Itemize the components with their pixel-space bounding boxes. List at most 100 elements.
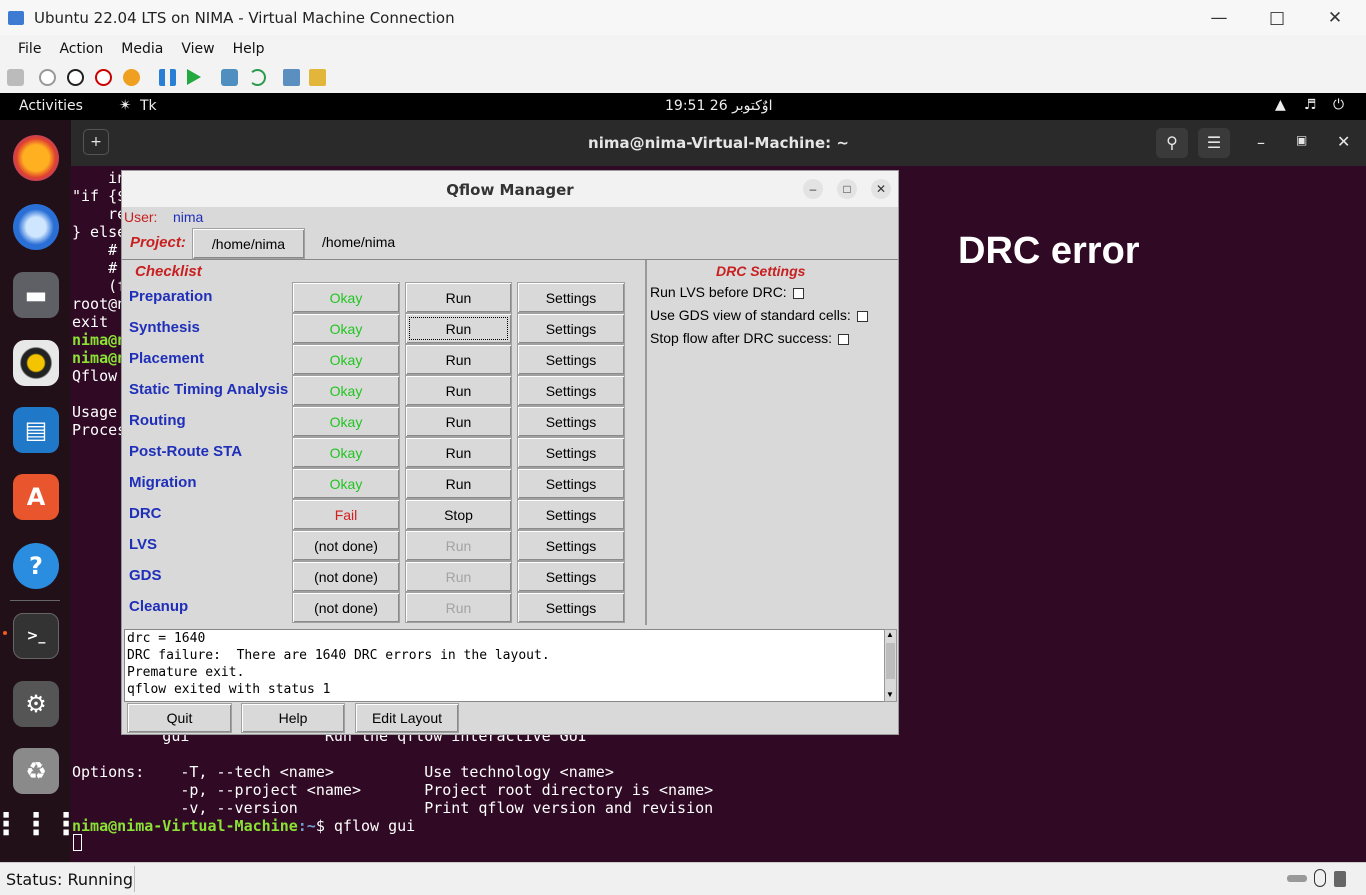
settings-button[interactable]: Settings — [517, 437, 625, 468]
status-button[interactable]: Fail — [292, 499, 400, 530]
settings-button[interactable]: Settings — [517, 468, 625, 499]
run-button[interactable]: Run — [405, 406, 512, 437]
settings-button[interactable]: Settings — [517, 530, 625, 561]
app-menu-label[interactable]: Tk — [140, 98, 157, 114]
clock[interactable]: 19:51 26 اوٌکتوبر — [665, 98, 772, 114]
share-icon[interactable] — [309, 69, 326, 86]
hamburger-menu-icon[interactable]: ☰ — [1198, 128, 1230, 158]
status-button[interactable]: Okay — [292, 437, 400, 468]
help-button[interactable]: Help — [241, 703, 345, 733]
quit-button[interactable]: Quit — [127, 703, 232, 733]
option-lvs-before-drc[interactable]: Run LVS before DRC: — [650, 284, 804, 300]
scroll-up-icon[interactable]: ▲ — [886, 630, 894, 639]
log-output[interactable]: drc = 1640 DRC failure: There are 1640 D… — [124, 629, 886, 702]
settings-button[interactable]: Settings — [517, 375, 625, 406]
status-button[interactable]: Okay — [292, 375, 400, 406]
firefox-icon[interactable] — [13, 135, 59, 181]
settings-button[interactable]: Settings — [517, 406, 625, 437]
scroll-thumb[interactable] — [886, 643, 895, 679]
log-line: qflow exited with status 1 — [127, 682, 331, 697]
menu-view[interactable]: View — [181, 41, 214, 57]
maximize-button[interactable]: □ — [1248, 0, 1306, 35]
activities-button[interactable]: Activities — [19, 98, 83, 114]
menu-media[interactable]: Media — [121, 41, 163, 57]
ctrl-alt-del-icon[interactable] — [7, 69, 24, 86]
qflow-maximize-button[interactable]: □ — [837, 179, 857, 199]
menu-help[interactable]: Help — [233, 41, 265, 57]
term-minimize-button[interactable]: – — [1257, 133, 1265, 152]
prompt-command: $ qflow gui — [315, 817, 416, 835]
menu-file[interactable]: File — [18, 41, 41, 57]
help-icon[interactable]: ? — [13, 543, 59, 589]
network-icon[interactable]: ▲ — [1275, 97, 1286, 113]
pause-icon[interactable] — [159, 69, 176, 86]
thunderbird-icon[interactable] — [13, 204, 59, 250]
resume-icon[interactable] — [187, 69, 201, 85]
rhythmbox-icon[interactable] — [13, 340, 59, 386]
status-button[interactable]: Okay — [292, 282, 400, 313]
run-button[interactable]: Run — [405, 313, 512, 344]
term-close-button[interactable]: ✕ — [1337, 132, 1350, 151]
stop-button[interactable]: Stop — [405, 499, 512, 530]
status-button[interactable]: (not done) — [292, 530, 400, 561]
power-icon[interactable]: ⏻ — [1333, 97, 1344, 113]
terminal-line: Qflow — [72, 367, 118, 385]
qflow-close-button[interactable]: ✕ — [871, 179, 891, 199]
scroll-down-icon[interactable]: ▼ — [886, 690, 894, 699]
settings-button[interactable]: Settings — [517, 499, 625, 530]
shutdown-icon[interactable] — [95, 69, 112, 86]
term-maximize-button[interactable]: ▣ — [1296, 133, 1307, 147]
run-button[interactable]: Run — [405, 282, 512, 313]
checkbox[interactable] — [856, 310, 868, 322]
files-icon[interactable]: ▬ — [13, 272, 59, 318]
run-button[interactable]: Run — [405, 437, 512, 468]
settings-button[interactable]: Settings — [517, 313, 625, 344]
dock: ▬ ▤ A ? >_ ⚙ ♻ ⋮⋮⋮ — [0, 120, 81, 862]
option-gds-view[interactable]: Use GDS view of standard cells: — [650, 307, 868, 323]
edit-layout-button[interactable]: Edit Layout — [355, 703, 459, 733]
project-button[interactable]: /home/nima — [192, 228, 305, 259]
enhanced-session-icon[interactable] — [283, 69, 300, 86]
show-apps-icon[interactable]: ⋮⋮⋮ — [0, 801, 81, 847]
settings-icon[interactable]: ⚙ — [13, 681, 59, 727]
minimize-button[interactable]: — — [1190, 0, 1248, 35]
log-scrollbar[interactable]: ▲ ▼ — [884, 629, 897, 702]
checkbox[interactable] — [838, 333, 850, 345]
trash-icon[interactable]: ♻ — [13, 748, 59, 794]
status-button[interactable]: Okay — [292, 406, 400, 437]
save-state-icon[interactable] — [123, 69, 140, 86]
status-button[interactable]: Okay — [292, 344, 400, 375]
run-button[interactable]: Run — [405, 375, 512, 406]
status-button[interactable]: (not done) — [292, 592, 400, 623]
terminal-line: Usage — [72, 403, 118, 421]
run-button[interactable]: Run — [405, 468, 512, 499]
settings-button[interactable]: Settings — [517, 561, 625, 592]
checkpoint-icon[interactable] — [221, 69, 238, 86]
run-button[interactable]: Run — [405, 344, 512, 375]
terminal-line: "if {$ — [72, 187, 127, 205]
start-icon[interactable] — [39, 69, 56, 86]
settings-button[interactable]: Settings — [517, 344, 625, 375]
overlay-annotation: DRC error — [958, 230, 1140, 272]
status-button[interactable]: Okay — [292, 313, 400, 344]
host-statusbar: Status: Running — [0, 862, 1366, 895]
gnome-topbar: Activities ✴ Tk 19:51 26 اوٌکتوبر ▲ ♬ ⏻ — [0, 93, 1366, 120]
checkbox[interactable] — [792, 287, 804, 299]
app-center-icon[interactable]: A — [13, 474, 59, 520]
qflow-minimize-button[interactable]: – — [803, 179, 823, 199]
writer-icon[interactable]: ▤ — [13, 407, 59, 453]
status-button[interactable]: Okay — [292, 468, 400, 499]
settings-button[interactable]: Settings — [517, 282, 625, 313]
terminal-icon[interactable]: >_ — [13, 613, 59, 659]
menu-action[interactable]: Action — [59, 41, 103, 57]
option-stop-after-drc[interactable]: Stop flow after DRC success: — [650, 330, 850, 346]
revert-icon[interactable] — [249, 69, 266, 86]
close-button[interactable]: ✕ — [1306, 0, 1364, 35]
running-indicator — [3, 631, 7, 635]
settings-button[interactable]: Settings — [517, 592, 625, 623]
vm-icon — [8, 10, 24, 25]
status-button[interactable]: (not done) — [292, 561, 400, 592]
turn-off-icon[interactable] — [67, 69, 84, 86]
volume-icon[interactable]: ♬ — [1304, 97, 1317, 113]
search-icon[interactable]: ⚲ — [1156, 128, 1188, 158]
